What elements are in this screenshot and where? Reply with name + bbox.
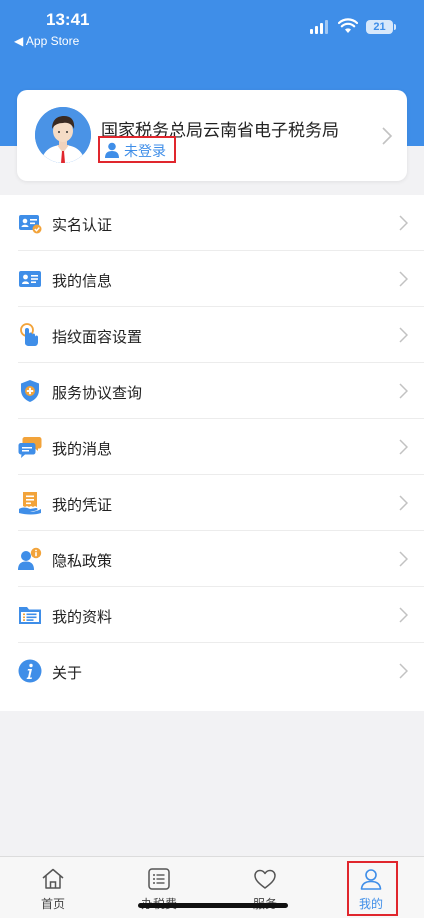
receipt-hand-icon	[19, 492, 41, 515]
status-time: 13:41	[46, 10, 90, 29]
back-to-app-store-link[interactable]: ◀ App Store	[14, 34, 79, 48]
menu-item-label: 隐私政策	[52, 552, 113, 570]
bottom-tab-bar: 首页 办税费 服务 我的	[0, 856, 424, 918]
settings-menu: 实名认证 我的信息 指纹面容设置 服务协议查询 我的消息 我的凭证 隐私政策 我…	[0, 195, 424, 711]
menu-item-label: 指纹面容设置	[52, 328, 143, 346]
shield-plus-icon	[21, 380, 39, 402]
info-circle-icon	[18, 659, 42, 683]
user-info-badge-icon	[18, 547, 42, 570]
menu-item-privacy-policy[interactable]: 隐私政策	[0, 531, 424, 587]
chevron-right-icon	[399, 551, 408, 567]
tab-tax-handling[interactable]: 办税费	[106, 857, 212, 918]
menu-item-fingerprint-face-settings[interactable]: 指纹面容设置	[0, 307, 424, 363]
menu-item-label: 我的凭证	[52, 496, 113, 514]
home-icon	[42, 868, 64, 889]
avatar	[35, 107, 91, 163]
list-icon	[148, 868, 170, 890]
menu-item-my-documents[interactable]: 我的资料	[0, 587, 424, 643]
battery-icon: 21	[366, 20, 393, 34]
profile-card[interactable]: 国家税务总局云南省电子税务局 未登录	[17, 90, 407, 181]
tab-services[interactable]: 服务	[212, 857, 318, 918]
id-card-check-icon	[19, 215, 42, 234]
menu-item-label: 我的信息	[52, 272, 113, 290]
menu-item-about[interactable]: 关于	[0, 643, 424, 699]
status-bar: 13:41 ◀ App Store 21	[0, 0, 424, 52]
chevron-right-icon	[399, 607, 408, 623]
menu-item-service-agreement[interactable]: 服务协议查询	[0, 363, 424, 419]
menu-item-my-messages[interactable]: 我的消息	[0, 419, 424, 475]
tab-home[interactable]: 首页	[0, 857, 106, 918]
chevron-right-icon	[399, 327, 408, 343]
login-status-label: 未登录	[124, 144, 166, 160]
chat-bubbles-icon	[18, 437, 42, 458]
tab-label: 首页	[40, 897, 65, 911]
menu-item-label: 服务协议查询	[52, 384, 143, 402]
chevron-right-icon	[399, 215, 408, 231]
chevron-right-icon	[382, 127, 393, 145]
menu-item-label: 关于	[52, 664, 83, 682]
menu-item-my-info[interactable]: 我的信息	[0, 251, 424, 307]
home-indicator	[138, 903, 288, 908]
chevron-right-icon	[399, 663, 408, 679]
chevron-right-icon	[399, 439, 408, 455]
user-icon	[105, 142, 119, 158]
chevron-right-icon	[399, 495, 408, 511]
menu-item-real-name-auth[interactable]: 实名认证	[0, 195, 424, 251]
cellular-signal-icon	[310, 20, 330, 34]
fingerprint-tap-icon	[20, 323, 38, 346]
menu-item-my-vouchers[interactable]: 我的凭证	[0, 475, 424, 531]
chevron-right-icon	[399, 271, 408, 287]
not-logged-in-button[interactable]: 未登录	[98, 136, 176, 163]
heart-icon	[254, 869, 276, 889]
active-tab-highlight	[347, 861, 398, 916]
user-info-card-icon	[19, 271, 41, 287]
battery-tip	[394, 24, 396, 30]
chevron-right-icon	[399, 383, 408, 399]
menu-item-label: 我的资料	[52, 608, 113, 626]
folder-list-icon	[19, 607, 41, 624]
menu-item-label: 实名认证	[52, 216, 113, 234]
wifi-icon	[338, 18, 358, 33]
menu-item-label: 我的消息	[52, 440, 113, 458]
